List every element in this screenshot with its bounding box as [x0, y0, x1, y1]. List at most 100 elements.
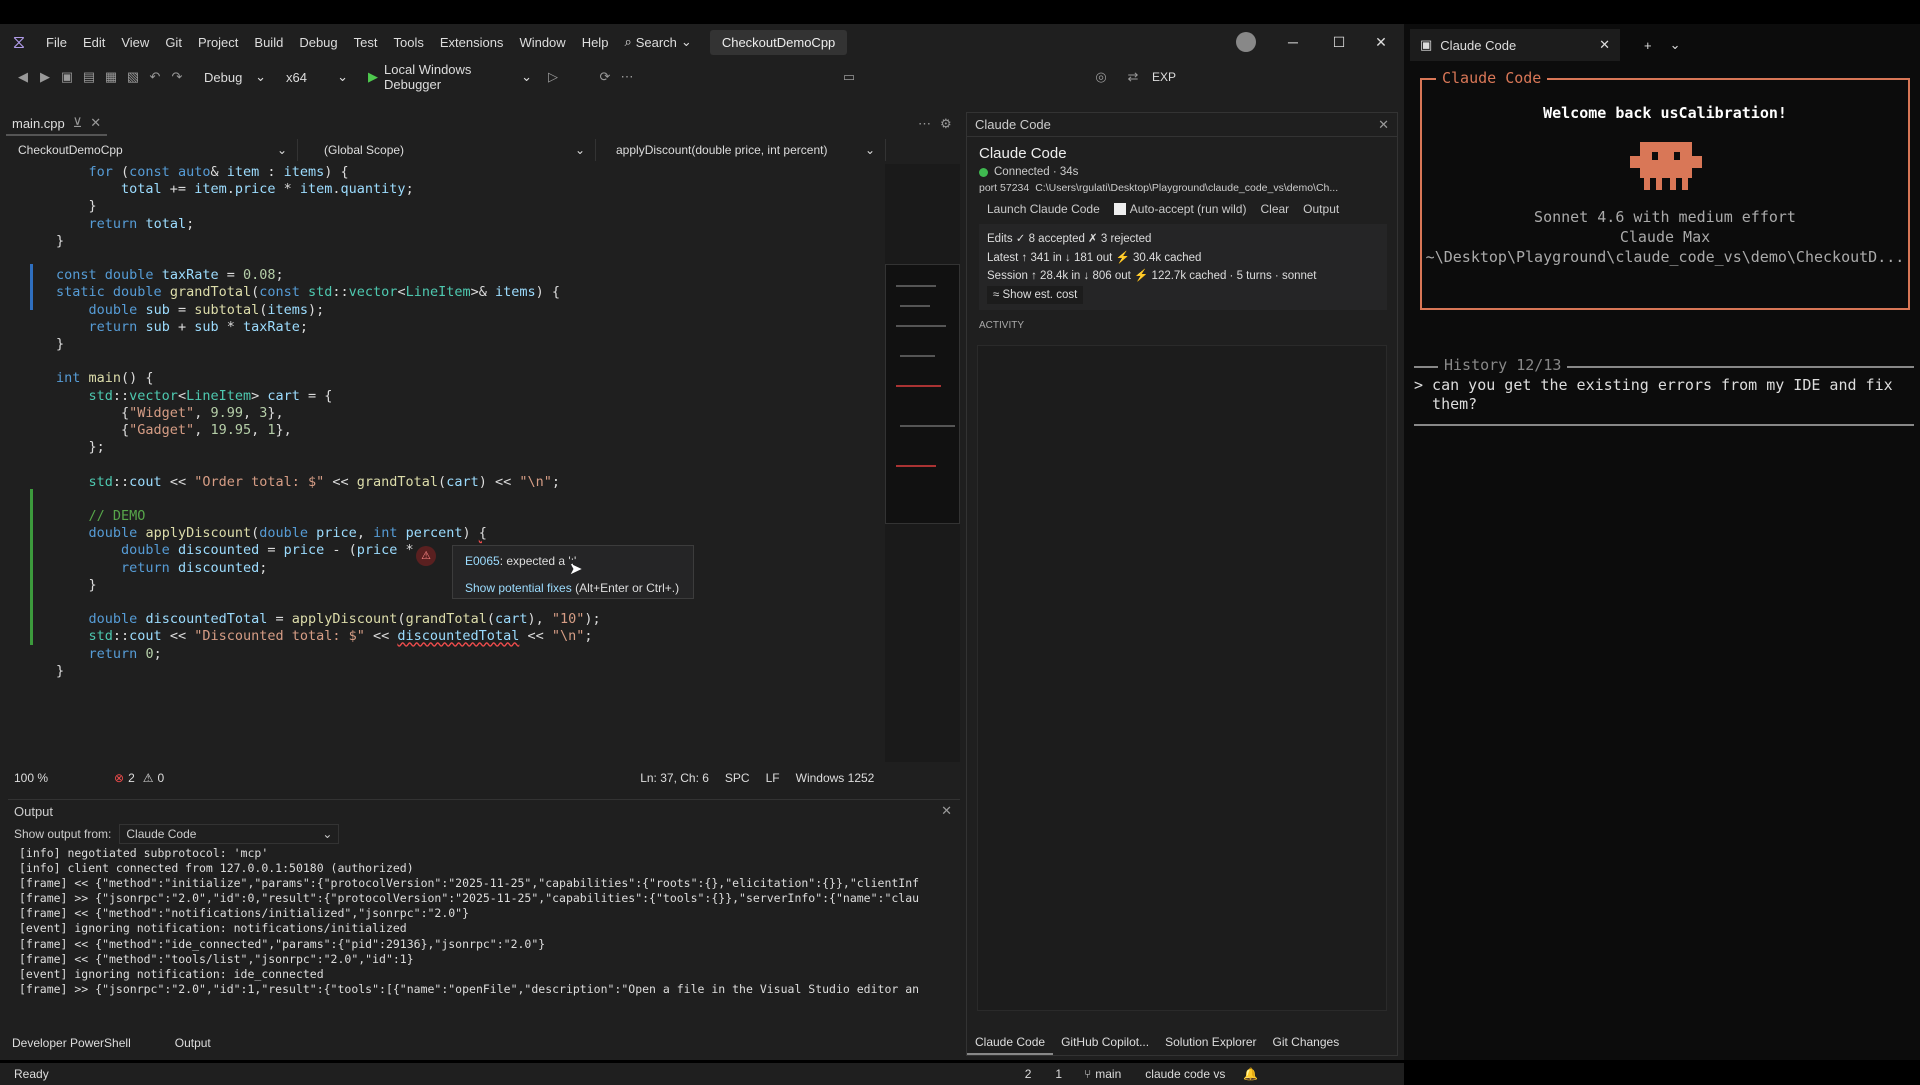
notification-icon[interactable]: 🔔 — [1243, 1067, 1258, 1081]
menu-test[interactable]: Test — [346, 35, 386, 50]
output-source-dropdown[interactable]: Claude Code ⌄ — [119, 824, 340, 844]
auto-accept-checkbox[interactable] — [1113, 203, 1126, 215]
tab-git-changes[interactable]: Git Changes — [1265, 1031, 1348, 1055]
menu-edit[interactable]: Edit — [75, 35, 113, 50]
hot-reload-icon[interactable]: ⟳ — [594, 69, 616, 85]
history-label: History 12/13 — [1438, 356, 1568, 374]
menu-bar: ⧖ File Edit View Git Project Build Debug… — [0, 24, 1404, 60]
platform-dropdown[interactable]: x64 ⌄ — [280, 65, 354, 89]
log-line: [frame] << {"method":"ide_connected","pa… — [19, 936, 546, 951]
open-icon[interactable]: ▤ — [78, 69, 100, 85]
save-all-icon[interactable]: ▧ — [122, 69, 144, 85]
menu-project[interactable]: Project — [190, 35, 246, 50]
copilot-icon[interactable]: ◎ — [1090, 69, 1112, 85]
close-icon[interactable]: ✕ — [941, 803, 952, 819]
share-icon[interactable]: ⇄ — [1122, 69, 1144, 85]
code-editor[interactable]: for (const auto& item : items) { total +… — [8, 164, 886, 762]
changes-count[interactable]: 2 — [1025, 1067, 1032, 1081]
play-icon: ▶ — [368, 69, 378, 84]
output-log[interactable]: [info] negotiated subprotocol: 'mcp' [inf… — [8, 846, 960, 996]
line-ending[interactable]: LF — [766, 771, 780, 785]
warning-icon[interactable]: ⚠ — [143, 771, 154, 785]
show-est-cost-button[interactable]: ≈ Show est. cost — [987, 285, 1084, 304]
tab-output[interactable]: Output — [163, 1032, 223, 1056]
menu-git[interactable]: Git — [157, 35, 190, 50]
menu-build[interactable]: Build — [246, 35, 291, 50]
start-debugger-button[interactable]: ▶ Local Windows Debugger ⌄ — [362, 62, 538, 92]
warning-count[interactable]: 0 — [158, 771, 165, 785]
menu-view[interactable]: View — [113, 35, 157, 50]
lightbulb-error-icon[interactable]: ⚠ — [416, 546, 436, 566]
cursor-position[interactable]: Ln: 37, Ch: 6 — [640, 771, 709, 785]
tab-claude-code[interactable]: Claude Code — [967, 1031, 1054, 1055]
tab-main-cpp[interactable]: main.cpp ⊻ ✕ — [6, 112, 108, 136]
log-line: [frame] >> {"jsonrpc":"2.0","id":1,"resu… — [19, 981, 920, 996]
output-source-value: Claude Code — [126, 827, 197, 841]
tab-solution-explorer[interactable]: Solution Explorer — [1157, 1031, 1264, 1055]
tab-developer-powershell[interactable]: Developer PowerShell — [0, 1032, 143, 1056]
log-line: [info] client connected from 127.0.0.1:5… — [19, 861, 414, 876]
ready-status: Ready — [14, 1067, 49, 1081]
scope-dropdown[interactable]: (Global Scope) ⌄ — [298, 139, 596, 161]
branch-name[interactable]: main — [1095, 1067, 1121, 1081]
repo-name[interactable]: claude code vs — [1145, 1067, 1225, 1081]
close-icon[interactable]: ✕ — [90, 115, 101, 131]
minimap[interactable] — [885, 264, 960, 524]
project-dropdown[interactable]: CheckoutDemoCpp ⌄ — [8, 139, 298, 161]
minimize-icon[interactable]: ─ — [1270, 24, 1316, 60]
launch-claude-code-button[interactable]: Launch Claude Code — [987, 202, 1100, 216]
avatar[interactable] — [1236, 32, 1256, 52]
back-icon[interactable]: ◀ — [12, 69, 34, 85]
menu-window[interactable]: Window — [511, 35, 573, 50]
more-icon[interactable]: ⋯ — [616, 69, 638, 85]
gear-icon[interactable]: ⚙ — [940, 116, 952, 132]
bookmark-icon[interactable]: ▭ — [838, 69, 860, 85]
output-button[interactable]: Output — [1303, 202, 1339, 216]
menu-tools[interactable]: Tools — [385, 35, 431, 50]
show-fixes-link[interactable]: Show potential fixes — [465, 581, 572, 595]
search-box[interactable]: ⌕ Search ⌄ — [616, 34, 699, 50]
config-dropdown[interactable]: Debug ⌄ — [198, 65, 272, 89]
chevron-down-icon: ⌄ — [574, 143, 585, 157]
pin-icon[interactable]: ⊻ — [73, 115, 83, 131]
terminal-tab[interactable]: ▣ Claude Code ✕ — [1410, 29, 1620, 61]
log-line: [event] ignoring notification: ide_conne… — [19, 966, 324, 981]
menu-extensions[interactable]: Extensions — [432, 35, 512, 50]
new-project-icon[interactable]: ▣ — [56, 69, 78, 85]
forward-icon[interactable]: ▶ — [34, 69, 56, 85]
menu-help[interactable]: Help — [574, 35, 617, 50]
save-icon[interactable]: ▦ — [100, 69, 122, 85]
stats-card: Edits ✓ 8 accepted ✗ 3 rejected Latest ↑… — [979, 224, 1387, 310]
indent-mode[interactable]: SPC — [725, 771, 750, 785]
prompt-input[interactable]: > can you get the existing errors from m… — [1414, 376, 1914, 414]
tab-overflow-icon[interactable]: ⋯ — [918, 116, 931, 132]
start-without-debugging-icon[interactable]: ▷ — [542, 69, 564, 85]
close-icon[interactable]: ✕ — [1358, 24, 1404, 60]
error-count[interactable]: 2 — [128, 771, 135, 785]
close-icon[interactable]: ✕ — [1378, 117, 1389, 133]
output-title: Output — [14, 803, 54, 819]
close-icon[interactable]: ✕ — [1599, 37, 1610, 53]
clear-button[interactable]: Clear — [1260, 202, 1289, 216]
log-line: [frame] << {"method":"notifications/init… — [19, 906, 470, 921]
encoding[interactable]: Windows 1252 — [796, 771, 875, 785]
terminal-icon: ▣ — [1420, 37, 1433, 52]
member-dropdown[interactable]: applyDiscount(double price, int percent)… — [596, 139, 886, 161]
code-text[interactable]: for (const auto& item : items) { total +… — [56, 164, 601, 680]
menu-debug[interactable]: Debug — [291, 35, 345, 50]
error-code[interactable]: E0065 — [465, 554, 500, 568]
menu-file[interactable]: File — [38, 35, 75, 50]
activity-area[interactable] — [977, 345, 1387, 1011]
undo-icon[interactable]: ↶ — [144, 69, 166, 85]
commits-count[interactable]: 1 — [1055, 1067, 1062, 1081]
new-tab-icon[interactable]: + — [1644, 38, 1652, 53]
error-icon[interactable]: ⊗ — [114, 771, 124, 785]
tab-github-copilot[interactable]: GitHub Copilot... — [1053, 1031, 1157, 1055]
tab-label: main.cpp — [12, 115, 65, 131]
chevron-down-icon[interactable]: ⌄ — [1670, 37, 1681, 53]
exp-badge[interactable]: EXP — [1152, 70, 1176, 84]
maximize-icon[interactable]: ☐ — [1316, 24, 1362, 60]
zoom-level[interactable]: 100 % — [8, 771, 78, 785]
redo-icon[interactable]: ↷ — [166, 69, 188, 85]
terminal-tab-label: Claude Code — [1440, 37, 1517, 53]
